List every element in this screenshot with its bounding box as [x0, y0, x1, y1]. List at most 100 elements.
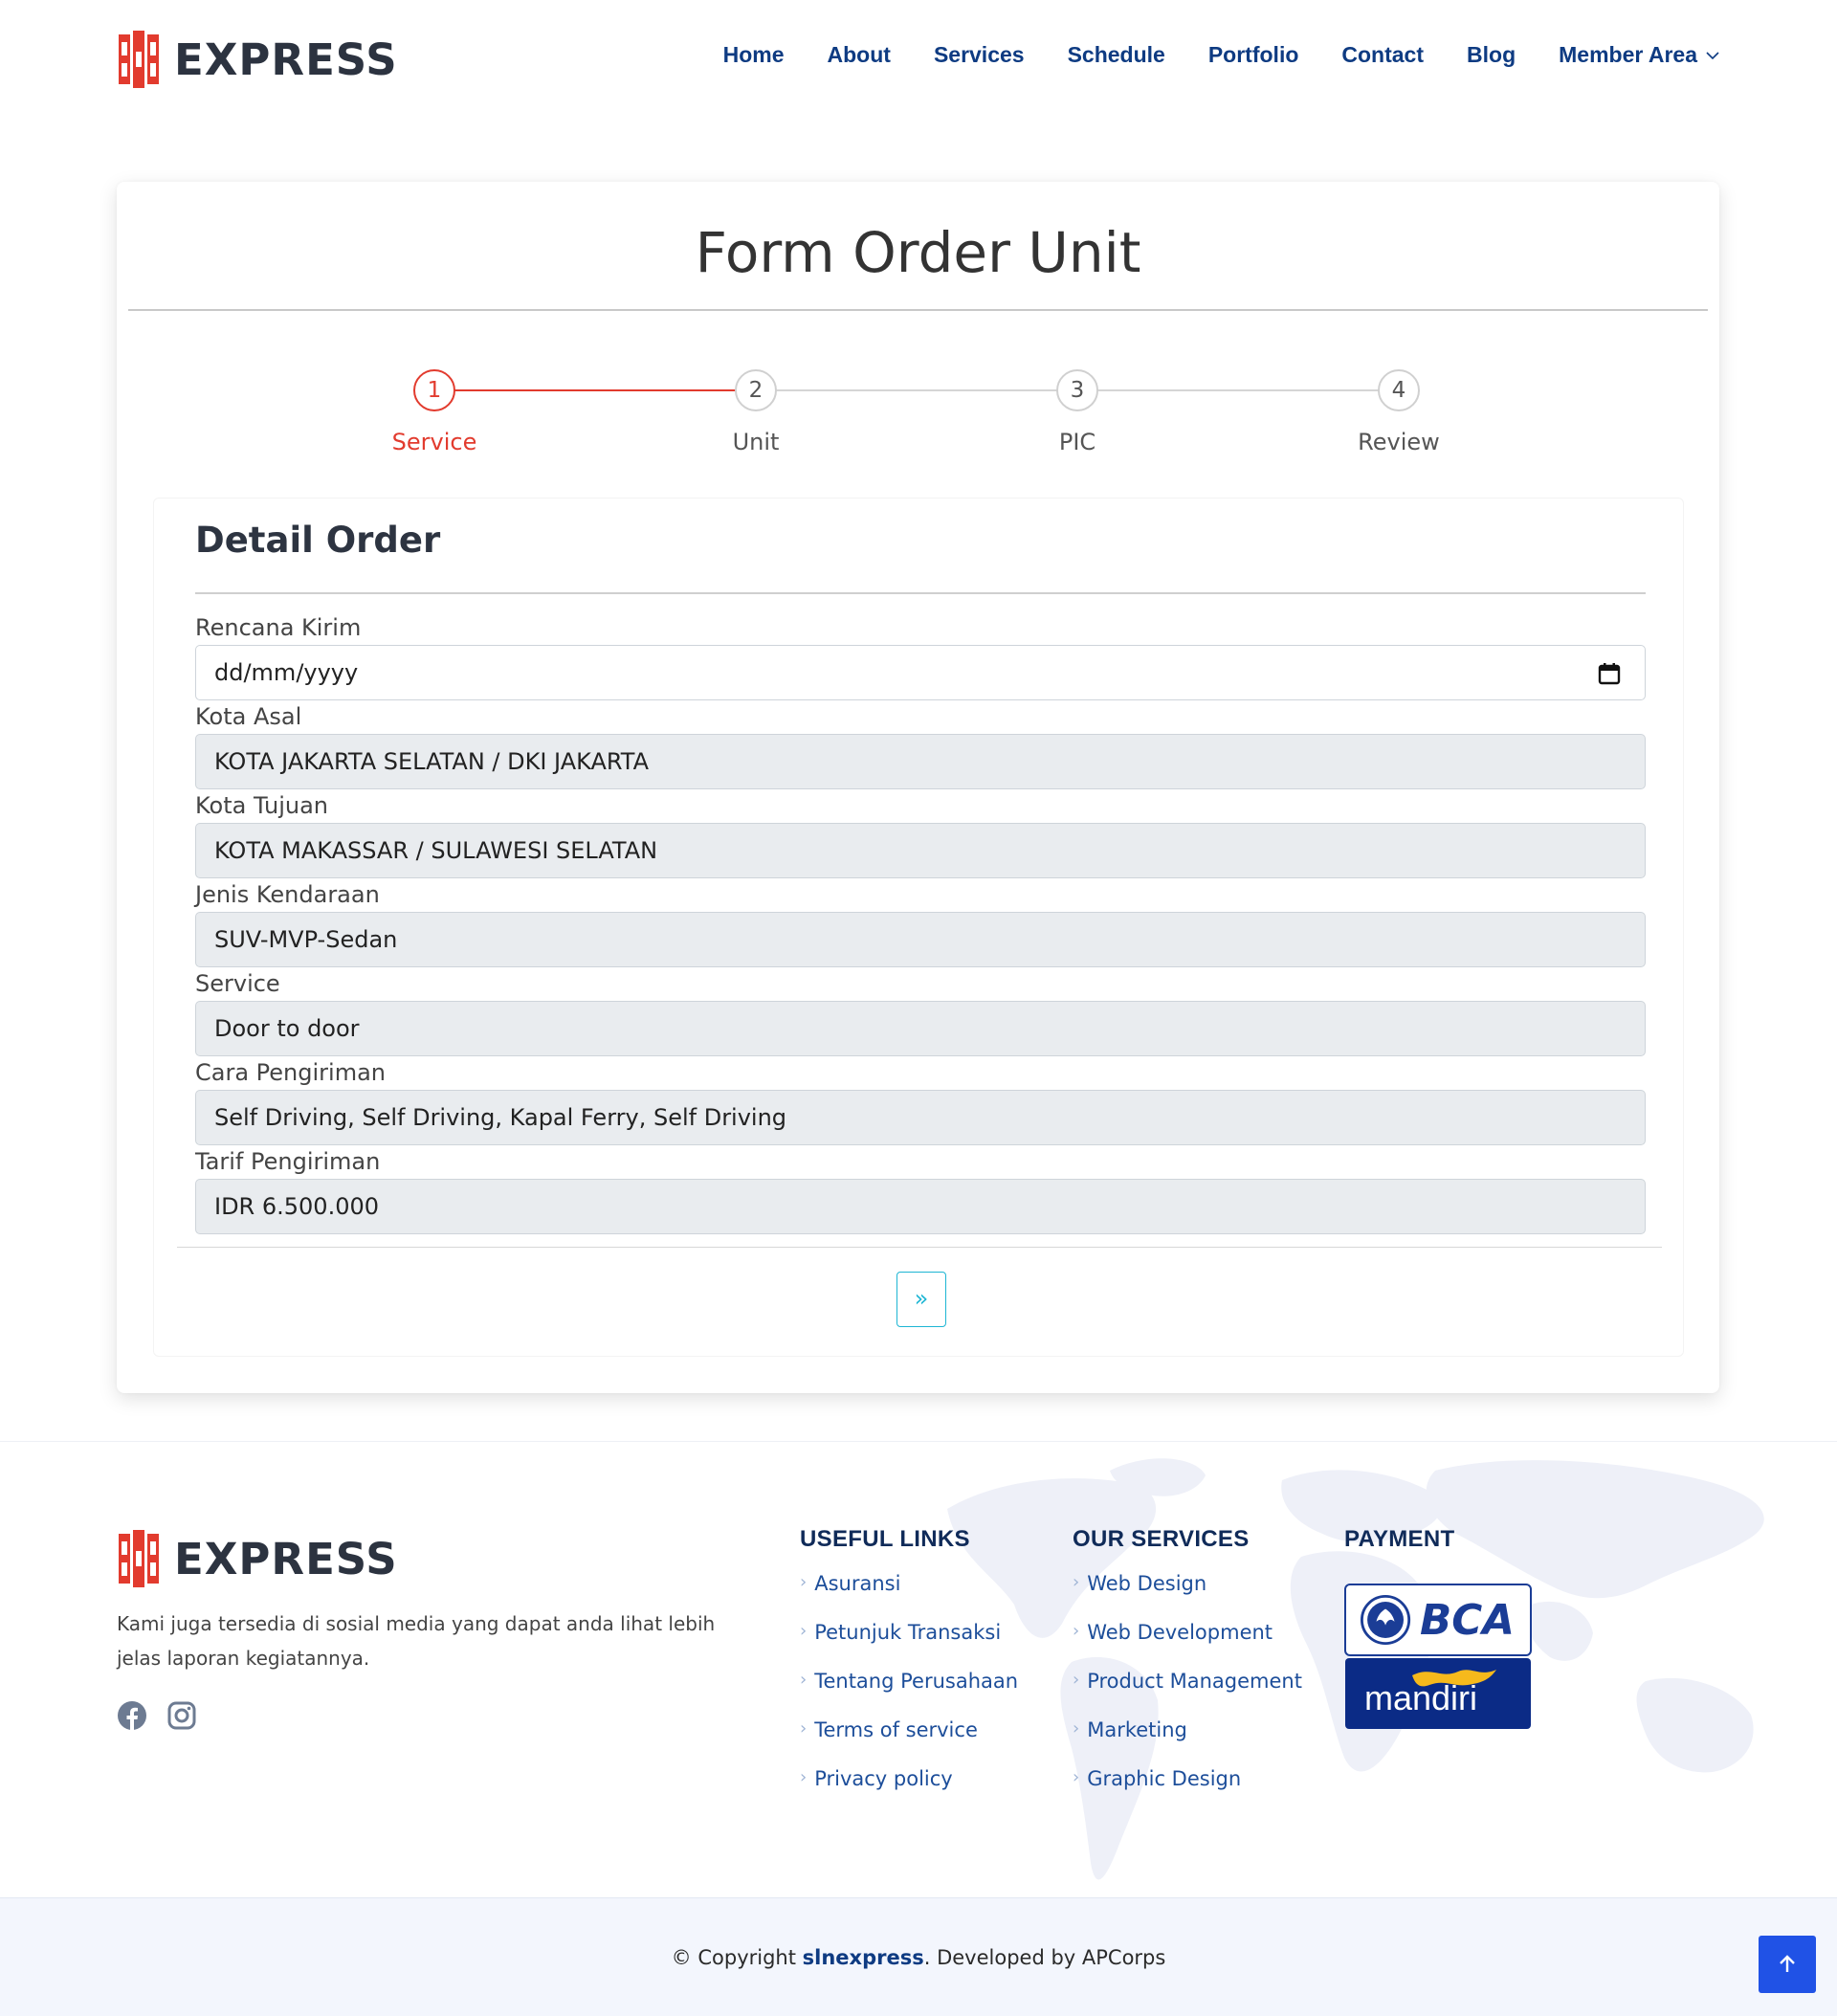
actions-divider	[177, 1247, 1662, 1248]
footer-service-label: Web Design	[1087, 1572, 1207, 1595]
nav-about[interactable]: About	[828, 42, 891, 68]
footer-service-label: Product Management	[1087, 1670, 1302, 1693]
service-label: Service	[195, 970, 280, 997]
mandiri-logo: mandiri	[1345, 1658, 1531, 1729]
kota-asal-field: KOTA JAKARTA SELATAN / DKI JAKARTA	[195, 734, 1646, 789]
footer-link-asuransi[interactable]: › Asuransi	[800, 1572, 1018, 1621]
useful-links-column: USEFUL LINKS › Asuransi › Petunjuk Transak…	[800, 1526, 1018, 1816]
panel-divider	[195, 592, 1646, 594]
step-connector-1	[442, 389, 764, 391]
our-services-column: OUR SERVICES › Web Design › Web Developmen…	[1073, 1526, 1302, 1816]
nav-member-area[interactable]: Member Area	[1559, 42, 1720, 68]
payment-title: PAYMENT	[1344, 1526, 1455, 1552]
chevron-right-icon: ›	[800, 1621, 808, 1641]
rencana-kirim-placeholder: dd/mm/yyyy	[214, 659, 359, 686]
footer-link-label: Privacy policy	[814, 1767, 953, 1790]
site-footer: EXPRESS Kami juga tersedia di sosial med…	[0, 1441, 1837, 1897]
logo-mark-icon	[119, 31, 159, 88]
title-divider	[128, 309, 1708, 311]
rencana-kirim-label: Rencana Kirim	[195, 614, 362, 641]
social-links	[117, 1700, 197, 1731]
site-logo[interactable]: EXPRESS	[117, 29, 398, 90]
nav-member-area-label: Member Area	[1559, 42, 1697, 67]
step-2-circle[interactable]: 2	[735, 369, 777, 411]
instagram-icon[interactable]	[166, 1700, 197, 1731]
detail-order-panel: Detail Order Rencana Kirim dd/mm/yyyy Ko…	[153, 498, 1684, 1357]
nav-services[interactable]: Services	[934, 42, 1025, 68]
chevron-right-icon: ›	[1073, 1621, 1080, 1641]
tarif-pengiriman-field: IDR 6.500.000	[195, 1179, 1646, 1234]
footer-service-label: Graphic Design	[1087, 1767, 1242, 1790]
nav-blog[interactable]: Blog	[1467, 42, 1516, 68]
step-4-circle[interactable]: 4	[1378, 369, 1420, 411]
chevron-right-icon: ›	[800, 1670, 808, 1690]
kota-tujuan-label: Kota Tujuan	[195, 792, 328, 819]
useful-links-title: USEFUL LINKS	[800, 1526, 970, 1552]
chevron-down-icon	[1706, 51, 1719, 59]
main-nav: Home About Services Schedule Portfolio C…	[723, 42, 1720, 68]
logo-mark-icon	[119, 1530, 159, 1587]
our-services-title: OUR SERVICES	[1073, 1526, 1250, 1552]
tarif-pengiriman-label: Tarif Pengiriman	[195, 1148, 381, 1175]
copyright-text: © Copyright slnexpress. Developed by APC…	[0, 1946, 1837, 1969]
step-3-label: PIC	[1058, 429, 1096, 455]
arrow-up-icon	[1780, 1955, 1795, 1972]
calendar-icon[interactable]	[1597, 661, 1622, 686]
footer-link-label: Asuransi	[814, 1572, 901, 1595]
step-connector-3	[1085, 389, 1406, 391]
footer-service-label: Marketing	[1087, 1718, 1187, 1741]
chevron-right-icon: ›	[1073, 1670, 1080, 1690]
footer-link-terms[interactable]: › Terms of service	[800, 1718, 1018, 1767]
footer-description: Kami juga tersedia di sosial media yang …	[117, 1612, 716, 1670]
footer-service-marketing[interactable]: › Marketing	[1073, 1718, 1302, 1767]
footer-link-privacy[interactable]: › Privacy policy	[800, 1767, 1018, 1816]
footer-link-label: Tentang Perusahaan	[814, 1670, 1019, 1693]
bca-logo: BCA	[1344, 1584, 1532, 1656]
payment-column: PAYMENT	[1344, 1526, 1454, 1572]
panel-title: Detail Order	[195, 520, 441, 561]
page-title: Form Order Unit	[695, 220, 1141, 285]
rencana-kirim-input[interactable]: dd/mm/yyyy	[195, 645, 1646, 700]
step-4-label: Review	[1358, 429, 1440, 455]
copyright-suffix: . Developed by APCorps	[923, 1946, 1166, 1969]
footer-service-web-design[interactable]: › Web Design	[1073, 1572, 1302, 1621]
site-header: EXPRESS Home About Services Schedule Por…	[0, 0, 1837, 124]
chevron-right-icon: ›	[1073, 1767, 1080, 1787]
jenis-kendaraan-field: SUV-MVP-Sedan	[195, 912, 1646, 967]
footer-link-label: Petunjuk Transaksi	[814, 1621, 1002, 1644]
footer-logo[interactable]: EXPRESS	[117, 1528, 398, 1589]
mandiri-wordmark: mandiri	[1364, 1678, 1477, 1717]
nav-contact[interactable]: Contact	[1341, 42, 1424, 68]
cara-pengiriman-field: Self Driving, Self Driving, Kapal Ferry,…	[195, 1090, 1646, 1145]
footer-link-petunjuk-transaksi[interactable]: › Petunjuk Transaksi	[800, 1621, 1018, 1670]
logo-text: EXPRESS	[174, 33, 398, 85]
jenis-kendaraan-label: Jenis Kendaraan	[195, 881, 380, 908]
back-to-top-button[interactable]	[1759, 1936, 1816, 1993]
chevron-right-icon: ›	[1073, 1718, 1080, 1739]
bca-wordmark: BCA	[1420, 1597, 1515, 1645]
chevron-right-icon: ›	[800, 1767, 808, 1787]
footer-service-web-development[interactable]: › Web Development	[1073, 1621, 1302, 1670]
kota-asal-label: Kota Asal	[195, 703, 302, 730]
step-1-circle[interactable]: 1	[413, 369, 455, 411]
nav-portfolio[interactable]: Portfolio	[1208, 42, 1299, 68]
footer-service-product-management[interactable]: › Product Management	[1073, 1670, 1302, 1718]
footer-link-tentang-perusahaan[interactable]: › Tentang Perusahaan	[800, 1670, 1018, 1718]
step-connector-2	[764, 389, 1085, 391]
cara-pengiriman-label: Cara Pengiriman	[195, 1059, 386, 1086]
footer-link-label: Terms of service	[814, 1718, 978, 1741]
chevron-right-icon: ›	[800, 1572, 808, 1592]
copyright-bar: © Copyright slnexpress. Developed by APC…	[0, 1897, 1837, 2016]
step-3-circle[interactable]: 3	[1056, 369, 1098, 411]
order-form-card: Form Order Unit 1 2 3 4 Service Unit PIC…	[117, 182, 1719, 1393]
chevron-right-icon: ›	[800, 1718, 808, 1739]
copyright-brand[interactable]: slnexpress	[803, 1946, 924, 1969]
footer-service-graphic-design[interactable]: › Graphic Design	[1073, 1767, 1302, 1816]
nav-home[interactable]: Home	[723, 42, 785, 68]
step-2-label: Unit	[732, 429, 780, 455]
next-step-button[interactable]: »	[896, 1272, 946, 1327]
nav-schedule[interactable]: Schedule	[1068, 42, 1165, 68]
facebook-icon[interactable]	[117, 1700, 147, 1731]
copyright-prefix: © Copyright	[671, 1946, 803, 1969]
footer-service-label: Web Development	[1087, 1621, 1273, 1644]
